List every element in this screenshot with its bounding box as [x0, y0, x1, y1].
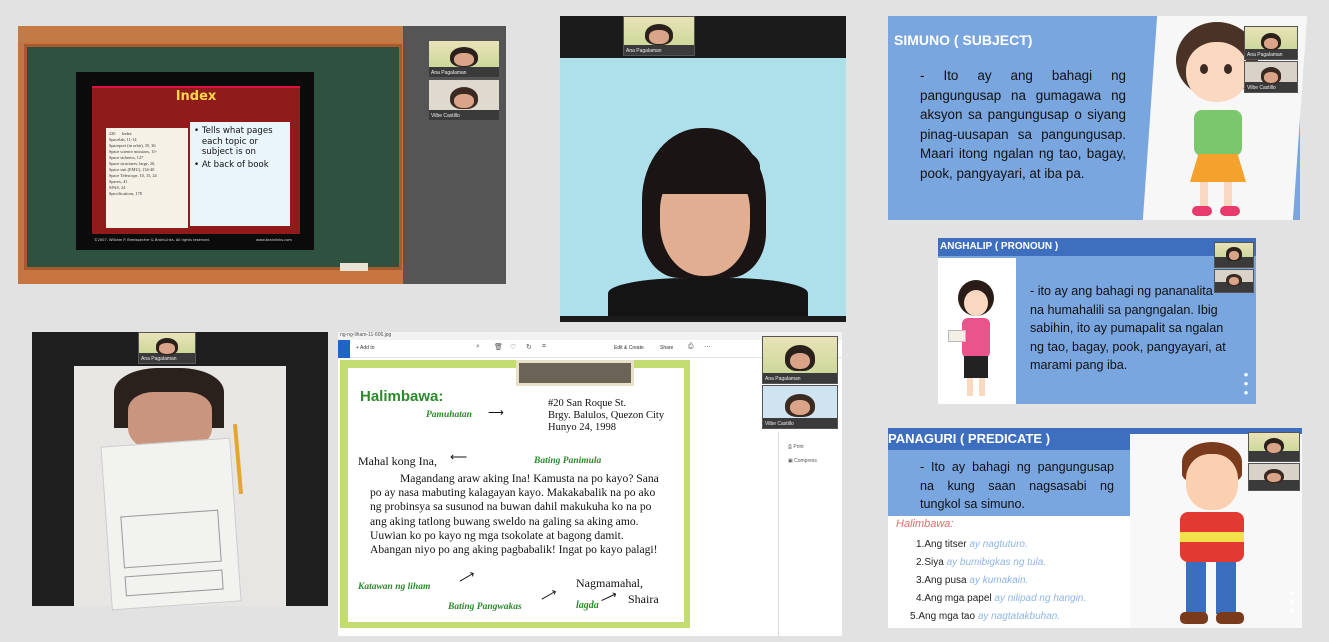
address-line: #20 San Roque St.: [548, 398, 627, 409]
divider: [778, 432, 779, 636]
slide-title: PANAGURI ( PREDICATE ): [888, 431, 1051, 446]
video-tile-webcam[interactable]: Ana Pagalaman: [560, 16, 846, 322]
participant-thumb[interactable]: Ana Pagalaman: [623, 16, 695, 56]
participant-name: Ana Pagalaman: [431, 70, 467, 76]
slide-body: - ito ay ang bahagi ng pananalita na hum…: [1030, 284, 1226, 372]
zoom-in-icon[interactable]: ⌕: [476, 343, 480, 351]
arrow-icon: ⟶: [488, 407, 504, 419]
participant-thumb[interactable]: Vilbe Castillo: [428, 79, 500, 121]
bullet-icon: •: [194, 126, 202, 136]
shirt: [608, 278, 808, 316]
bullet-text: Tells what pages each topic or subject i…: [201, 126, 273, 157]
file-name: ng-ng-liham-11-606.jpg: [340, 332, 392, 338]
participant-name: Ana Pagalaman: [765, 376, 801, 382]
example-item: 1.Ang titser ay nagtuturo.: [916, 539, 1028, 550]
slide-title: Index: [175, 89, 217, 104]
slide-title: ANGHALIP ( PRONOUN ): [940, 241, 1059, 252]
video-tile-letter-viewer[interactable]: ng-ng-liham-11-606.jpg + Add to ⌕ 🗑 ♡ ↻ …: [338, 332, 842, 636]
share-button[interactable]: Share: [660, 345, 673, 351]
slide-body: - Ito ay ang bahagi ng pangungusap na gu…: [920, 68, 1126, 181]
video-tile-anghalip-slide[interactable]: ANGHALIP ( PRONOUN ) - ito ay ang bahagi…: [938, 238, 1256, 404]
blue-tab[interactable]: [338, 340, 350, 358]
participant-name: Ana Pagalaman: [1247, 52, 1283, 58]
participant-thumb[interactable]: Ana Pagalaman: [762, 336, 838, 384]
bullet-icon: •: [194, 159, 202, 170]
book-entry: Specifications, 178: [109, 191, 142, 196]
address-line: Brgy. Balulos, Quezon City: [548, 410, 665, 421]
participant-thumb[interactable]: [1214, 242, 1254, 268]
more-icon[interactable]: ⋯: [704, 343, 711, 351]
chalk-eraser: [340, 263, 368, 271]
side-menu-label: Compress: [794, 458, 817, 464]
signature-label: lagda: [576, 600, 599, 611]
copyright: ©2007. William P. Bredspecher & BrainLin…: [94, 238, 210, 242]
example-heading: Halimbawa:: [896, 518, 954, 530]
add-to-label: Add to: [360, 345, 375, 351]
print-icon[interactable]: ⎙: [688, 343, 694, 351]
signature: Shaira: [628, 592, 659, 606]
example-item: 5.Ang mga tao ay nagtatakbuhan.: [910, 611, 1061, 622]
video-tile-simuno-slide[interactable]: SIMUNO ( SUBJECT) - Ito ay ang bahagi ng…: [888, 16, 1308, 220]
photo-frame: [516, 360, 634, 386]
bangs: [652, 144, 760, 194]
site-url: www.brainlinks.com: [256, 238, 292, 242]
greeting: Mahal kong Ina,: [358, 454, 437, 468]
address-line: Hunyo 24, 1998: [548, 422, 616, 433]
arrow-icon: ⟵: [450, 450, 468, 464]
video-tile-child-paper[interactable]: Ana Pagalaman: [32, 332, 328, 611]
participant-thumb[interactable]: [1248, 432, 1300, 462]
video-tile-panaguri-slide[interactable]: PANAGURI ( PREDICATE ) - Ito ay bahagi n…: [888, 428, 1302, 628]
letter-body: Magandang araw aking Ina! Kamusta na po …: [370, 472, 659, 557]
address: #20 San Roque St. Brgy. Balulos, Quezon …: [548, 398, 664, 434]
participant-thumb[interactable]: [1248, 463, 1300, 491]
closing-label: Bating Pangwakas: [448, 602, 522, 612]
greeting-label: Bating Panimula: [534, 456, 602, 466]
slide-title: SIMUNO ( SUBJECT): [894, 32, 1033, 48]
letter-image: Halimbawa: Pamuhatan ⟶ #20 San Roque St.…: [340, 360, 690, 628]
video-tile-index-slide[interactable]: Index 220 Index Spacelab, 11-14 Spacepor…: [18, 26, 506, 284]
participant-thumb[interactable]: Vilbe Castillo: [762, 385, 838, 429]
participant-name: Vilbe Castillo: [1247, 85, 1276, 91]
side-menu-print[interactable]: ⎙ Print: [788, 444, 804, 450]
participant-name: Vilbe Castillo: [431, 113, 460, 119]
example-list: 1.Ang titser ay nagtuturo. 2.Siya ay bum…: [910, 536, 1087, 626]
participant-thumb[interactable]: Ana Pagalaman: [428, 40, 500, 78]
example-item: 2.Siya ay bumibigkas ng tula.: [916, 557, 1047, 568]
participant-thumb[interactable]: Ana Pagalaman: [138, 332, 196, 364]
example-item: 4.Ang mga papel ay nilipad ng hangin.: [916, 593, 1087, 604]
participant-name: Ana Pagalaman: [141, 356, 177, 362]
add-to-button[interactable]: + Add to: [356, 345, 375, 351]
participant-thumb[interactable]: [1214, 269, 1254, 293]
bullet-text: At back of book: [201, 159, 269, 170]
heart-icon[interactable]: ♡: [510, 343, 516, 351]
participant-thumb[interactable]: Ana Pagalaman: [1244, 26, 1298, 60]
page-number: 220: [109, 131, 116, 136]
book-page: 220 Index Spacelab, 11-14 Spaceport (in …: [106, 128, 188, 228]
example-item: 3.Ang pusa ay kumakain.: [916, 575, 1029, 586]
page-heading: Index: [121, 131, 132, 136]
cartoon-teacher: [948, 280, 1008, 400]
side-menu-label: Print: [793, 444, 804, 450]
participant-name: Ana Pagalaman: [626, 48, 662, 54]
participant-thumb[interactable]: Vilbe Castillo: [1244, 61, 1298, 93]
paper: [100, 437, 242, 611]
crop-icon[interactable]: ⌗: [542, 343, 546, 351]
delete-icon[interactable]: 🗑: [494, 343, 503, 351]
wood-rail: [18, 26, 403, 42]
dots-menu-icon[interactable]: ● ● ●: [1288, 588, 1296, 618]
bullet-box: • Tells what pages each topic or subject…: [190, 122, 290, 226]
letter-heading: Halimbawa:: [360, 388, 444, 405]
side-menu-compress[interactable]: ▣ Compress: [788, 458, 817, 464]
slide-body: - Ito ay bahagi ng pangungusap na kung s…: [920, 460, 1114, 511]
pamuhatan-label: Pamuhatan: [426, 410, 472, 420]
dots-menu-icon[interactable]: ● ● ●: [1242, 370, 1250, 400]
rotate-icon[interactable]: ↻: [526, 343, 532, 351]
participant-name: Vilbe Castillo: [765, 421, 794, 427]
edit-create-button[interactable]: Edit & Create: [614, 345, 644, 351]
index-slide: Index 220 Index Spacelab, 11-14 Spacepor…: [76, 72, 314, 250]
body-label: Katawan ng liham: [358, 582, 431, 592]
